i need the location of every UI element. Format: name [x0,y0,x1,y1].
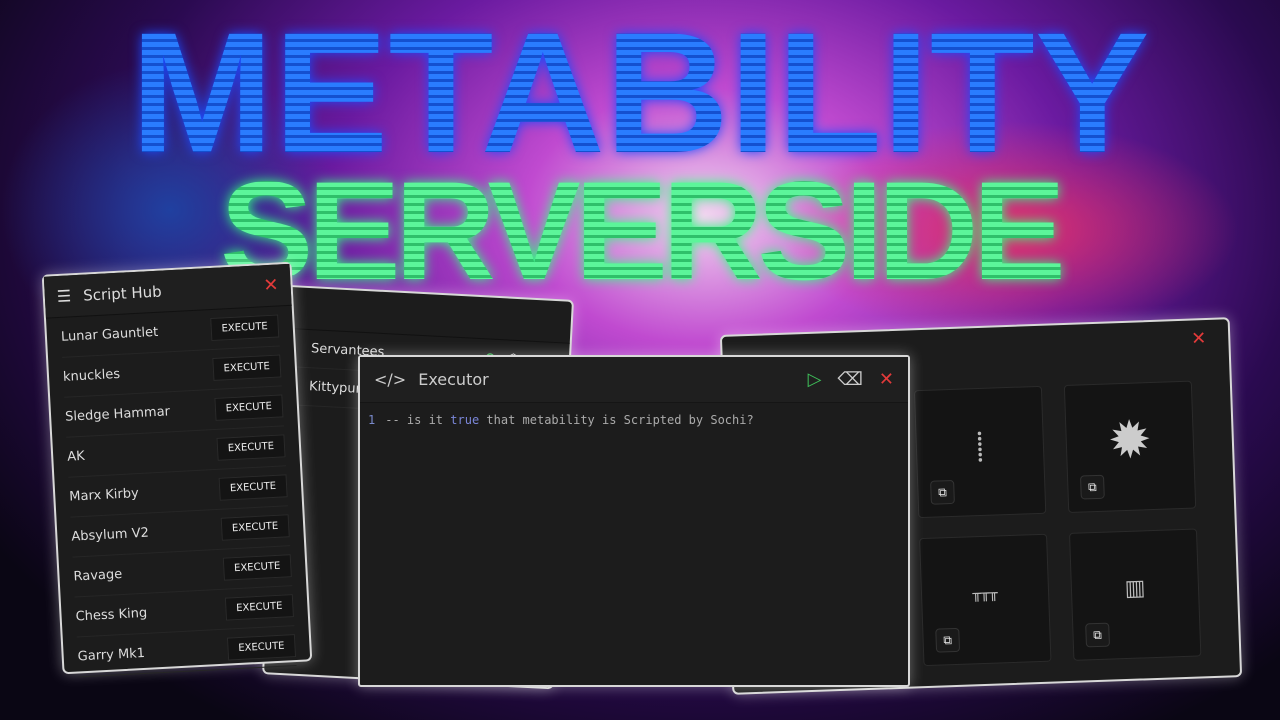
script-hub-window: ☰ Script Hub ✕ Lunar Gauntlet EXECUTE knuc… [41,261,313,678]
code-editor[interactable]: 1 -- is it true that metability is Script… [360,403,908,437]
code-comment: -- is it [385,413,451,427]
model-grid: ⸽ ⧉ ✹ ⧉ ╥╥╥ ⧉ ▥ ⧉ [913,380,1202,667]
script-name: Sledge Hammar [64,404,171,425]
model-card-rail[interactable]: ╥╥╥ ⧉ [919,533,1052,667]
script-name: Absylum V2 [71,525,150,545]
close-icon[interactable]: ✕ [879,369,894,390]
execute-button[interactable]: EXECUTE [214,394,284,421]
copy-icon[interactable]: ⧉ [930,479,955,505]
cage-icon: ▥ [1124,575,1146,602]
script-hub-title: Script Hub [82,282,163,305]
copy-icon[interactable]: ⧉ [1085,622,1110,648]
code-keyword: true [450,413,480,427]
execute-button[interactable]: EXECUTE [212,354,282,381]
play-icon[interactable]: ▷ [808,369,822,390]
execute-button[interactable]: EXECUTE [226,634,297,661]
rail-icon: ╥╥╥ [972,585,998,603]
code-icon: </> [374,370,407,389]
script-list: Lunar Gauntlet EXECUTE knuckles EXECUTE Sled… [46,306,311,678]
script-name: Garry Mk1 [77,645,146,665]
script-name: Marx Kirby [68,486,140,505]
script-name: Ravage [73,567,123,585]
execute-button[interactable]: EXECUTE [220,514,290,541]
execute-button[interactable]: EXECUTE [224,594,294,621]
line-number: 1 [368,413,376,427]
executor-window: </> Executor ▷ ⌫ ✕ 1 -- is it true that m… [358,355,910,687]
copy-icon[interactable]: ⧉ [1079,474,1105,500]
model-card-staff[interactable]: ⸽ ⧉ [913,385,1047,519]
script-name: Lunar Gauntlet [60,324,159,345]
script-name: knuckles [62,366,121,385]
hamburger-icon[interactable]: ☰ [56,286,71,306]
model-card-cage[interactable]: ▥ ⧉ [1068,528,1202,661]
script-name: Chess King [75,605,148,625]
model-card-saw-blade[interactable]: ✹ ⧉ [1063,380,1197,513]
code-comment-rest: that metability is Scripted by Sochi? [479,413,754,427]
list-item-label: Kittypur [308,379,362,397]
executor-title: Executor [418,370,489,389]
executor-header: </> Executor ▷ ⌫ ✕ [360,357,908,403]
execute-button[interactable]: EXECUTE [216,434,286,461]
staff-icon: ⸽ [975,429,985,463]
saw-blade-icon: ✹ [1106,409,1153,472]
copy-icon[interactable]: ⧉ [935,627,961,653]
close-icon[interactable]: ✕ [263,274,279,296]
execute-button[interactable]: EXECUTE [218,474,288,501]
eraser-icon[interactable]: ⌫ [837,369,862,390]
close-icon[interactable]: ✕ [1191,328,1207,350]
script-name: AK [66,448,86,465]
execute-button[interactable]: EXECUTE [209,314,280,342]
execute-button[interactable]: EXECUTE [222,554,292,581]
